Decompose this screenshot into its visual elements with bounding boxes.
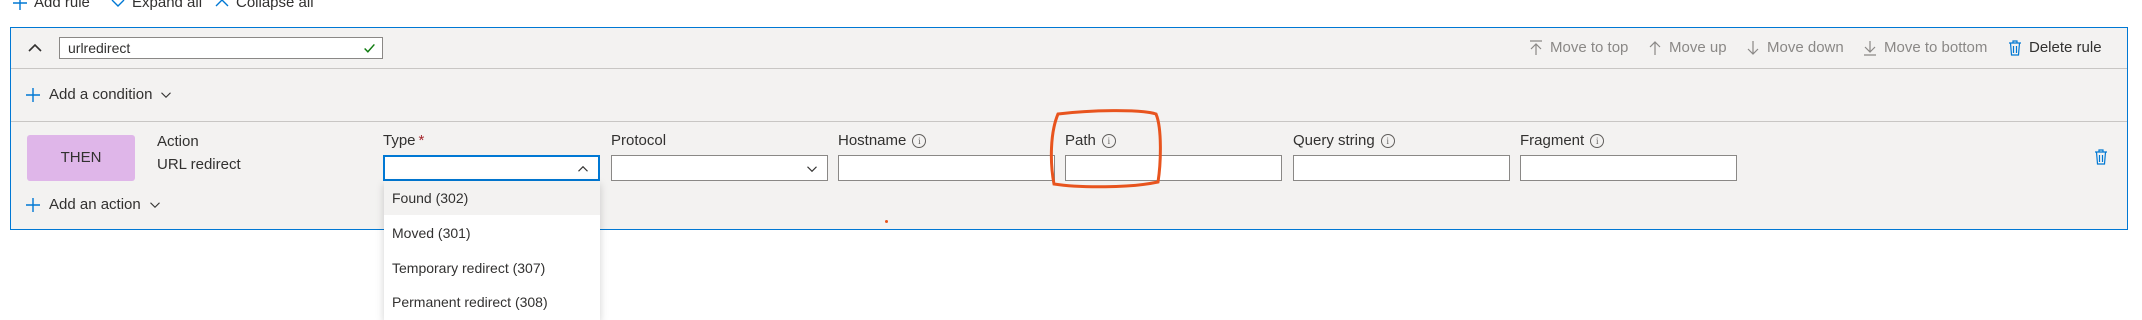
type-dropdown-list: Found (302) Moved (301) Temporary redire… bbox=[384, 181, 600, 320]
expand-all-button[interactable]: Expand all bbox=[110, 0, 202, 11]
add-rule-button[interactable]: Add rule bbox=[12, 0, 90, 11]
type-option[interactable]: Moved (301) bbox=[384, 216, 600, 250]
rule-name-input[interactable]: urlredirect bbox=[59, 37, 383, 59]
delete-rule-label: Delete rule bbox=[2029, 39, 2102, 56]
add-action-button[interactable]: Add an action bbox=[25, 196, 161, 213]
rule-name-value: urlredirect bbox=[68, 40, 131, 56]
rule-header: urlredirect Move to top Move up Move dow… bbox=[11, 28, 2127, 69]
chevron-up-icon bbox=[578, 165, 588, 172]
collapse-rule-chevron-icon[interactable] bbox=[27, 40, 43, 56]
move-to-bottom-label: Move to bottom bbox=[1884, 39, 1988, 56]
add-rule-label: Add rule bbox=[34, 0, 90, 11]
query-string-label: Query string i bbox=[1293, 132, 1395, 149]
fragment-label: Fragment i bbox=[1520, 132, 1605, 149]
plus-icon bbox=[26, 197, 40, 212]
delete-action-icon[interactable] bbox=[2093, 148, 2109, 166]
plus-icon bbox=[26, 87, 40, 102]
type-option[interactable]: Permanent redirect (308) bbox=[384, 285, 600, 319]
move-to-bottom-button[interactable]: Move to bottom bbox=[1862, 39, 1987, 56]
arrow-down-icon bbox=[1747, 40, 1759, 55]
info-icon[interactable]: i bbox=[1380, 133, 1395, 148]
hostname-input[interactable] bbox=[838, 155, 1055, 181]
plus-icon bbox=[13, 0, 27, 10]
chevron-down-icon bbox=[149, 201, 160, 208]
hostname-label: Hostname i bbox=[838, 132, 927, 149]
add-condition-button[interactable]: Add a condition bbox=[25, 86, 172, 103]
path-highlight-annotation bbox=[1049, 109, 1162, 189]
delete-rule-button[interactable]: Delete rule bbox=[2007, 39, 2102, 56]
add-condition-label: Add a condition bbox=[49, 86, 153, 103]
move-to-top-label: Move to top bbox=[1550, 39, 1629, 56]
type-option[interactable]: Found (302) bbox=[384, 181, 600, 215]
valid-check-icon bbox=[364, 43, 375, 53]
move-up-button[interactable]: Move up bbox=[1647, 39, 1727, 56]
type-label: Type * bbox=[383, 132, 425, 149]
add-action-label: Add an action bbox=[49, 196, 141, 213]
stray-dot bbox=[885, 220, 888, 223]
arrow-up-icon bbox=[1649, 40, 1661, 55]
required-asterisk: * bbox=[418, 132, 425, 149]
move-down-label: Move down bbox=[1767, 39, 1844, 56]
chevron-down-icon bbox=[111, 0, 125, 7]
move-up-label: Move up bbox=[1669, 39, 1727, 56]
move-to-top-button[interactable]: Move to top bbox=[1528, 39, 1628, 56]
type-dropdown[interactable] bbox=[383, 155, 600, 181]
chevron-down-icon bbox=[161, 91, 172, 98]
move-to-top-icon bbox=[1530, 39, 1542, 55]
chevron-up-icon bbox=[215, 0, 229, 6]
move-to-bottom-icon bbox=[1864, 40, 1876, 56]
collapse-all-button[interactable]: Collapse all bbox=[214, 0, 314, 11]
info-icon[interactable]: i bbox=[1590, 133, 1605, 148]
trash-icon bbox=[2009, 39, 2021, 56]
fragment-input[interactable] bbox=[1520, 155, 1737, 181]
info-icon[interactable]: i bbox=[912, 133, 927, 148]
action-label: Action bbox=[157, 133, 199, 150]
type-option[interactable]: Temporary redirect (307) bbox=[384, 251, 600, 285]
then-badge: THEN bbox=[27, 135, 135, 181]
query-string-input[interactable] bbox=[1293, 155, 1510, 181]
then-label: THEN bbox=[60, 149, 102, 166]
protocol-label: Protocol bbox=[611, 132, 667, 149]
protocol-dropdown[interactable] bbox=[611, 155, 828, 181]
collapse-all-label: Collapse all bbox=[236, 0, 314, 11]
chevron-down-icon bbox=[807, 166, 817, 173]
expand-all-label: Expand all bbox=[132, 0, 203, 11]
move-down-button[interactable]: Move down bbox=[1745, 39, 1844, 56]
action-value: URL redirect bbox=[157, 156, 241, 173]
